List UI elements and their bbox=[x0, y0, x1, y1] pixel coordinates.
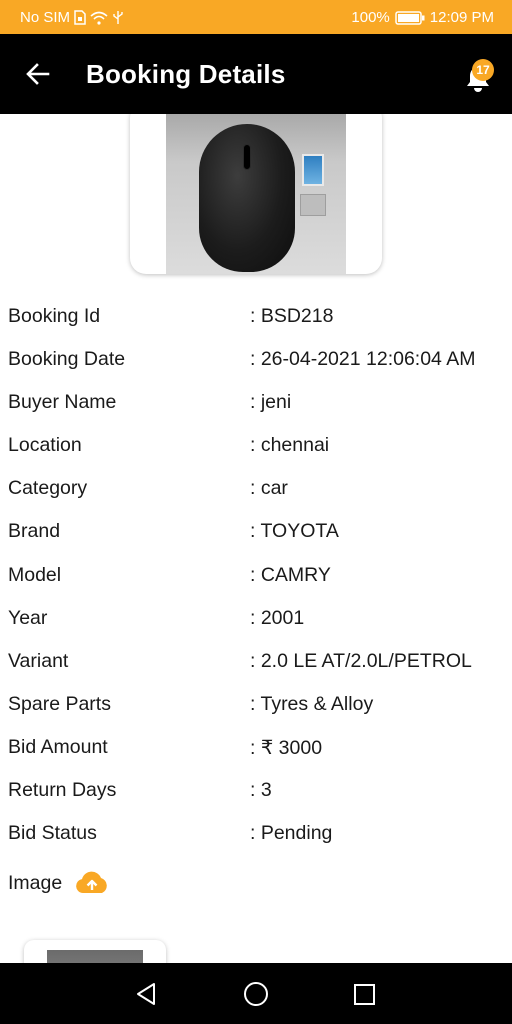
detail-row-booking-date: Booking Date : 26-04-2021 12:06:04 AM bbox=[0, 340, 512, 383]
detail-value: : 2.0 LE AT/2.0L/PETROL bbox=[250, 649, 472, 672]
detail-label: Bid Amount bbox=[8, 735, 108, 758]
notification-badge: 17 bbox=[472, 59, 494, 81]
triangle-back-icon bbox=[137, 983, 155, 1005]
nav-back-button[interactable] bbox=[132, 979, 162, 1009]
detail-value: : ₹ 3000 bbox=[250, 736, 323, 759]
detail-row-buyer-name: Buyer Name : jeni bbox=[0, 383, 512, 426]
detail-row-year: Year : 2001 bbox=[0, 599, 512, 642]
clock: 12:09 PM bbox=[429, 9, 494, 26]
uploaded-image-thumbnail[interactable] bbox=[24, 940, 166, 964]
usb-icon bbox=[113, 11, 123, 24]
detail-row-bid-amount: Bid Amount : ₹ 3000 bbox=[0, 728, 512, 771]
thumbnail-photo bbox=[47, 950, 143, 964]
detail-value: : jeni bbox=[250, 391, 292, 414]
detail-row-booking-id: Booking Id : BSD218 bbox=[0, 297, 512, 340]
detail-row-spare-parts: Spare Parts : Tyres & Alloy bbox=[0, 685, 512, 728]
back-button[interactable] bbox=[20, 56, 60, 92]
detail-row-return-days: Return Days : 3 bbox=[0, 771, 512, 814]
detail-value: : 3 bbox=[250, 779, 272, 802]
product-photo bbox=[166, 114, 346, 274]
detail-row-category: Category : car bbox=[0, 469, 512, 512]
cloud-upload-icon bbox=[76, 871, 107, 893]
image-label: Image bbox=[8, 871, 63, 894]
detail-value: : TOYOTA bbox=[250, 520, 339, 543]
image-upload-row: Image bbox=[8, 868, 110, 898]
detail-label: Spare Parts bbox=[8, 692, 111, 715]
mouse-shape bbox=[199, 124, 295, 272]
detail-row-brand: Brand : TOYOTA bbox=[0, 512, 512, 555]
page-title: Booking Details bbox=[86, 59, 286, 89]
upload-image-button[interactable] bbox=[74, 871, 110, 895]
system-nav-bar bbox=[0, 963, 512, 1024]
arrow-left-icon bbox=[26, 63, 50, 85]
detail-value: : chennai bbox=[250, 434, 330, 457]
detail-label: Location bbox=[8, 434, 82, 457]
detail-row-model: Model : CAMRY bbox=[0, 556, 512, 599]
detail-label: Year bbox=[8, 606, 48, 629]
nav-recent-button[interactable] bbox=[349, 979, 379, 1009]
detail-label: Bid Status bbox=[8, 822, 97, 845]
booking-details-content[interactable]: Booking Id : BSD218 Booking Date : 26-04… bbox=[0, 114, 512, 964]
detail-label: Booking Id bbox=[8, 305, 101, 327]
carrier-text: No SIM bbox=[20, 9, 71, 26]
detail-row-variant: Variant : 2.0 LE AT/2.0L/PETROL bbox=[0, 642, 512, 685]
sim-icon bbox=[74, 10, 86, 25]
detail-row-location: Location : chennai bbox=[0, 426, 512, 469]
detail-label: Variant bbox=[8, 649, 69, 672]
battery-icon bbox=[395, 10, 425, 25]
status-bar: No SIM 100% 12:09 PM bbox=[0, 0, 512, 34]
circle-home-icon bbox=[244, 982, 268, 1006]
square-recent-icon bbox=[354, 984, 375, 1005]
detail-value: : BSD218 bbox=[250, 305, 334, 327]
detail-value: : car bbox=[250, 477, 288, 500]
wifi-icon bbox=[90, 11, 108, 25]
detail-label: Category bbox=[8, 477, 88, 500]
detail-value: : 26-04-2021 12:06:04 AM bbox=[250, 348, 476, 371]
product-photo-card[interactable] bbox=[130, 114, 382, 274]
detail-label: Booking Date bbox=[8, 348, 126, 371]
detail-value: : 2001 bbox=[250, 606, 305, 629]
detail-label: Brand bbox=[8, 520, 61, 543]
detail-label: Return Days bbox=[8, 779, 117, 802]
details-list: Booking Id : BSD218 Booking Date : 26-04… bbox=[0, 297, 512, 857]
detail-label: Buyer Name bbox=[8, 391, 117, 414]
detail-value: : CAMRY bbox=[250, 563, 331, 586]
detail-label: Model bbox=[8, 563, 62, 586]
detail-value: : Tyres & Alloy bbox=[250, 692, 374, 715]
battery-percent: 100% bbox=[351, 9, 390, 26]
detail-value: : Pending bbox=[250, 822, 333, 845]
detail-row-bid-status: Bid Status : Pending bbox=[0, 814, 512, 857]
nav-home-button[interactable] bbox=[241, 979, 271, 1009]
app-bar: Booking Details bbox=[0, 34, 512, 114]
